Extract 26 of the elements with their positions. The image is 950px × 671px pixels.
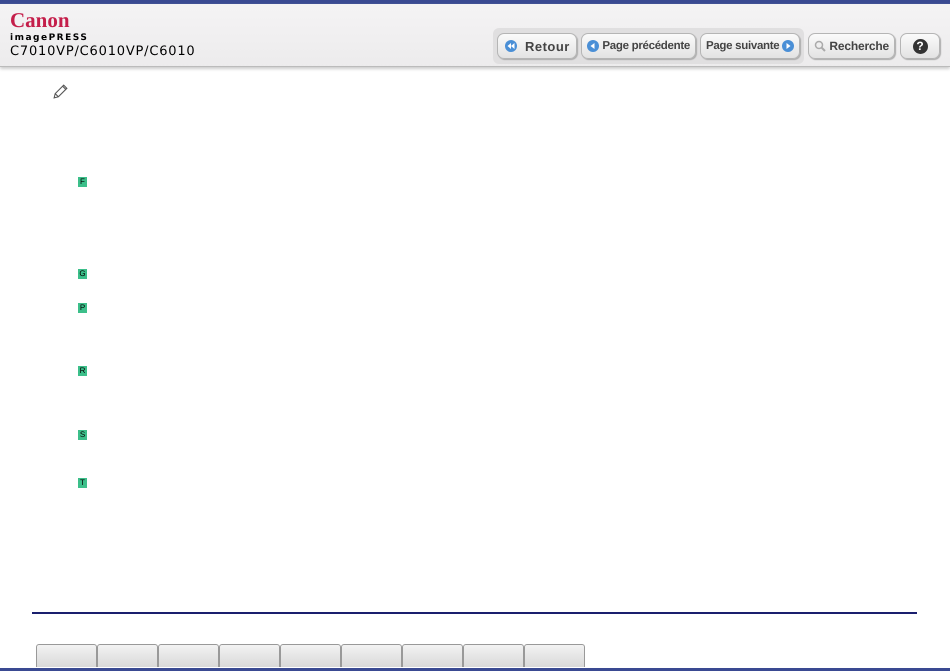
footer-tab[interactable] bbox=[463, 644, 524, 667]
model-name: C7010VP/C6010VP/C6010 bbox=[10, 44, 196, 60]
magnifier-icon bbox=[814, 40, 826, 52]
pencil-icon bbox=[52, 83, 69, 100]
help-button[interactable]: ? bbox=[900, 33, 940, 59]
back-button[interactable]: Retour bbox=[497, 33, 578, 59]
footer-tab[interactable] bbox=[341, 644, 402, 667]
footer-tab[interactable] bbox=[36, 644, 97, 667]
letter-marker: F bbox=[78, 177, 87, 187]
footer-tab[interactable] bbox=[97, 644, 158, 667]
letter-marker: S bbox=[78, 430, 87, 440]
letter-marker: P bbox=[78, 303, 87, 313]
brand-logo: Canon bbox=[10, 10, 71, 30]
footer-tab[interactable] bbox=[402, 644, 463, 667]
letter-marker: T bbox=[78, 478, 87, 488]
footer-tab[interactable] bbox=[158, 644, 219, 667]
footer-tab[interactable] bbox=[219, 644, 280, 667]
next-page-button[interactable]: Page suivante bbox=[700, 33, 800, 59]
product-line: imagePRESS bbox=[10, 32, 90, 44]
letter-marker: G bbox=[78, 269, 87, 279]
footer-tab[interactable] bbox=[524, 644, 585, 667]
letter-marker: R bbox=[78, 366, 87, 376]
search-button[interactable]: Recherche bbox=[808, 33, 895, 59]
rewind-icon bbox=[504, 40, 517, 52]
previous-page-button[interactable]: Page précédente bbox=[581, 33, 696, 59]
footer-tab[interactable] bbox=[280, 644, 341, 667]
